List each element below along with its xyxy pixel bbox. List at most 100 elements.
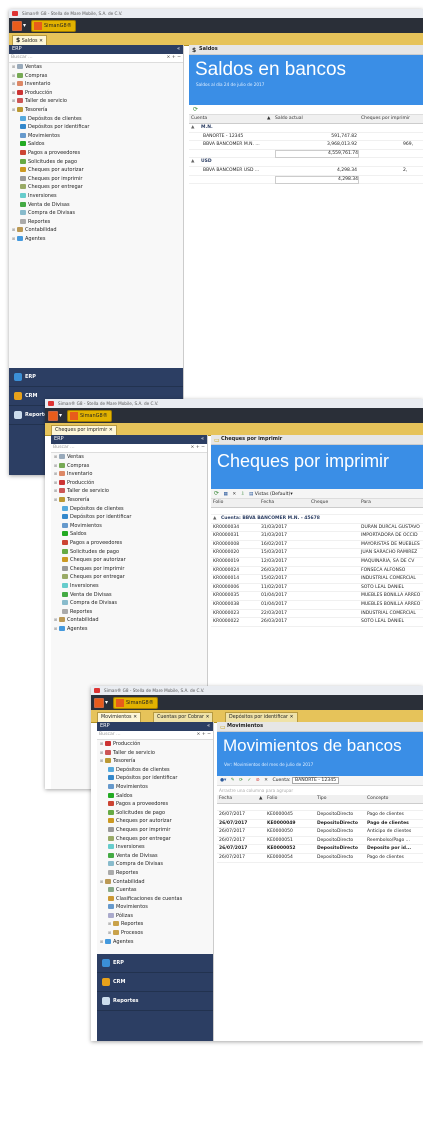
- tree-item[interactable]: Solicitudes de pago: [51, 548, 207, 557]
- group-row[interactable]: ▲ USD: [189, 158, 423, 167]
- group-row[interactable]: ▲ M.N.: [189, 124, 423, 133]
- col-para[interactable]: Para: [361, 499, 371, 507]
- expand-icon[interactable]: ⊞: [11, 235, 16, 244]
- tree-item[interactable]: Depósitos por identificar: [97, 774, 213, 783]
- table-row[interactable]: BBVA BANCOMER USD ... 4,298.34 2,: [189, 167, 423, 176]
- table-row[interactable]: KR0000019 12/03/2017 MAQUINARIA, SA DE CV: [211, 558, 423, 567]
- view-icon[interactable]: ▤: [249, 492, 253, 497]
- sidebar-search[interactable]: Buscar ... × + −: [97, 731, 213, 740]
- expand-icon[interactable]: ⊞: [11, 72, 16, 81]
- tree-item[interactable]: ⊞ Tesorería: [97, 757, 213, 766]
- tree-item[interactable]: Movimientos: [51, 522, 207, 531]
- table-row[interactable]: KR0000020 15/03/2017 JUAN SARACHO RAMIREZ: [211, 549, 423, 558]
- table-row[interactable]: 26/07/2017 KE0000054 DepositoDirecto Pago d…: [217, 854, 423, 863]
- tree-item[interactable]: ⊞ Contabilidad: [51, 616, 207, 625]
- tree-item[interactable]: Movimientos: [97, 903, 213, 912]
- expand-icon[interactable]: ⊞: [99, 938, 104, 947]
- close-icon[interactable]: ✕: [133, 715, 137, 720]
- expand-icon[interactable]: ⊞: [53, 479, 58, 488]
- refresh-icon[interactable]: ⟳: [239, 778, 243, 783]
- table-row[interactable]: 26/07/2017 KE0000049 DepositoDirecto Pago d…: [217, 820, 423, 829]
- tree-item[interactable]: Cheques por autorizar: [51, 556, 207, 565]
- col-folio[interactable]: Folio: [267, 795, 277, 803]
- expand-icon[interactable]: ⊞: [11, 63, 16, 72]
- tree-item[interactable]: Movimientos: [9, 132, 183, 141]
- tree-item[interactable]: Depósitos por identificar: [9, 123, 183, 132]
- table-row[interactable]: KR0000024 26/03/2017 FONSECA ALFONSO: [211, 567, 423, 576]
- tree-item[interactable]: Inversiones: [51, 582, 207, 591]
- table-row[interactable]: 26/07/2017 KE0000050 DepositoDirecto Antici…: [217, 828, 423, 837]
- tree-item[interactable]: Solicitudes de pago: [97, 809, 213, 818]
- expand-icon[interactable]: ⊞: [99, 878, 104, 887]
- tree-item[interactable]: ⊞ Taller de servicio: [97, 749, 213, 758]
- edit-icon[interactable]: ✎: [231, 778, 235, 783]
- app-menu-button[interactable]: [94, 698, 104, 708]
- close-icon[interactable]: ✕: [264, 778, 268, 783]
- nav-crm[interactable]: CRM: [97, 973, 213, 992]
- table-row[interactable]: KR0000034 31/03/2017 DURAN DURCAL GUSTAVO: [211, 524, 423, 533]
- tree-item[interactable]: Pagos a proveedores: [51, 539, 207, 548]
- tree-item[interactable]: Depósitos de clientes: [51, 505, 207, 514]
- tree-item[interactable]: Movimientos: [97, 783, 213, 792]
- expand-icon[interactable]: ⊞: [11, 226, 16, 235]
- close-icon[interactable]: ✕: [109, 428, 113, 433]
- tree-item[interactable]: Cuentas: [97, 886, 213, 895]
- search-controls[interactable]: × + −: [191, 444, 205, 452]
- expand-icon[interactable]: ⊞: [53, 487, 58, 496]
- tree-item[interactable]: Cheques por entregar: [51, 573, 207, 582]
- add-icon[interactable]: ●▾: [220, 778, 226, 783]
- tree-item[interactable]: ⊞ Agentes: [9, 235, 183, 244]
- tree-item[interactable]: ⊞ Producción: [51, 479, 207, 488]
- table-row[interactable]: KR0000022 26/03/2017 SOTO LEAL DANIEL: [211, 618, 423, 627]
- close-icon[interactable]: ✕: [39, 39, 43, 44]
- expand-icon[interactable]: ⊞: [99, 749, 104, 758]
- app-tab[interactable]: SimanG8®: [113, 697, 158, 709]
- nav-reportes[interactable]: Reportes: [97, 992, 213, 1011]
- table-row[interactable]: KR0000008 16/02/2017 MAYORISTAS DE MUEBLES: [211, 541, 423, 550]
- tree-item[interactable]: ⊞ Taller de servicio: [9, 97, 183, 106]
- table-row[interactable]: BBVA BANCOMER M.N. ... 3,968,013.92 969,: [189, 141, 423, 150]
- table-row[interactable]: 26/07/2017 KE0000045 DepositoDirecto Pago d…: [217, 811, 423, 820]
- tree-item[interactable]: Saldos: [9, 140, 183, 149]
- expand-icon[interactable]: ⊞: [53, 625, 58, 634]
- chevron-down-icon[interactable]: ▾: [23, 22, 26, 29]
- tree-item[interactable]: Saldos: [97, 792, 213, 801]
- tree-item[interactable]: Compra de Divisas: [97, 860, 213, 869]
- tree-item[interactable]: Venta de Divisas: [9, 201, 183, 210]
- col-folio[interactable]: Folio: [213, 499, 223, 507]
- approve-icon[interactable]: ✓: [247, 778, 251, 783]
- col-concepto[interactable]: Concepto: [367, 795, 388, 803]
- expand-icon[interactable]: ⊞: [53, 496, 58, 505]
- expand-icon[interactable]: ⊞: [11, 80, 16, 89]
- table-row[interactable]: 26/07/2017 KE0000052 DepositoDirecto Deposi…: [217, 845, 423, 854]
- search-controls[interactable]: × + −: [197, 731, 211, 739]
- grid-icon[interactable]: ▦: [224, 492, 228, 497]
- tree-item[interactable]: ⊞ Procesos: [97, 929, 213, 938]
- nav-erp[interactable]: ERP: [9, 368, 183, 387]
- expand-icon[interactable]: ⊞: [107, 929, 112, 938]
- tree-item[interactable]: ⊞ Agentes: [51, 625, 207, 634]
- table-row[interactable]: BANORTE - 12345 591,747.82: [189, 133, 423, 142]
- tree-item[interactable]: ⊞ Tesorería: [51, 496, 207, 505]
- tree-item[interactable]: Clasificaciones de cuentas: [97, 895, 213, 904]
- close-icon[interactable]: ✕: [289, 715, 293, 720]
- col-cheque[interactable]: Cheque: [311, 499, 328, 507]
- search-controls[interactable]: × + −: [167, 54, 181, 62]
- col-cuenta[interactable]: Cuenta: [191, 115, 207, 123]
- tree-item[interactable]: Compra de Divisas: [9, 209, 183, 218]
- app-tab[interactable]: SimanG8®: [67, 410, 112, 422]
- expand-icon[interactable]: ⊞: [11, 89, 16, 98]
- app-menu-button[interactable]: [48, 411, 58, 421]
- table-row[interactable]: KR0000014 15/02/2017 INDUSTRIAL COMERCIAL: [211, 575, 423, 584]
- expand-icon[interactable]: ⊞: [11, 97, 16, 106]
- tree-item[interactable]: Inversiones: [97, 843, 213, 852]
- sidebar-search[interactable]: Buscar ... × + −: [9, 54, 183, 63]
- view-selector[interactable]: Vistas (Default): [255, 492, 291, 497]
- tree-item[interactable]: Reportes: [97, 869, 213, 878]
- tree-item[interactable]: ⊞ Reportes: [97, 920, 213, 929]
- expand-icon[interactable]: ⊞: [53, 470, 58, 479]
- collapse-icon[interactable]: «: [177, 45, 180, 54]
- table-row[interactable]: KR0000031 31/03/2017 IMPORTADORA DE OCCID: [211, 532, 423, 541]
- tree-item[interactable]: Venta de Divisas: [97, 852, 213, 861]
- tree-item[interactable]: ⊞ Contabilidad: [97, 878, 213, 887]
